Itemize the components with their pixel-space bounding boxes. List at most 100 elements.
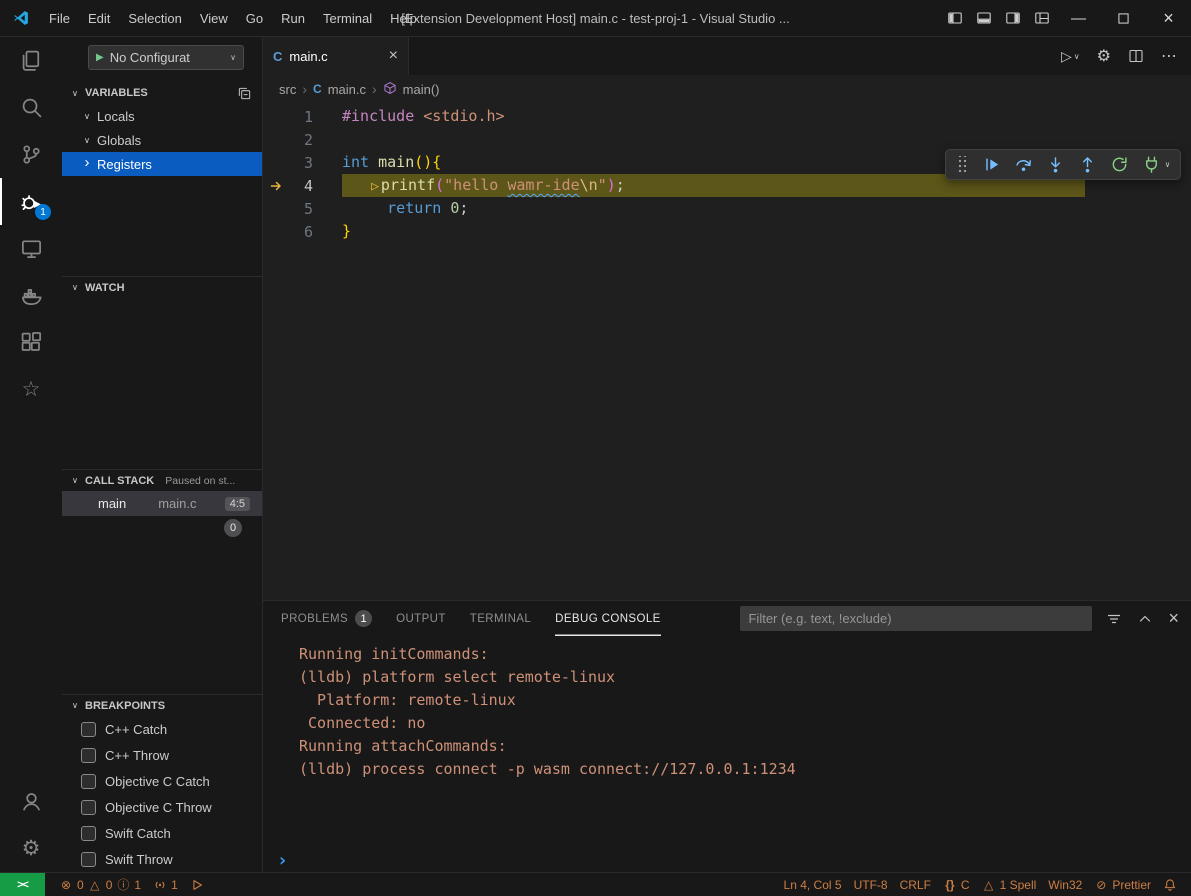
debug-status[interactable]	[184, 873, 210, 896]
status-spell[interactable]: △1 Spell	[976, 873, 1043, 896]
continue-button[interactable]	[982, 155, 1001, 174]
line-number: 6	[289, 223, 313, 241]
console-input[interactable]	[288, 848, 1191, 872]
maximize-button[interactable]	[1101, 0, 1146, 37]
debug-console-output[interactable]: Running initCommands:(lldb) platform sel…	[263, 636, 1191, 848]
status-prettier[interactable]: ⊘Prettier	[1088, 873, 1157, 896]
menu-view[interactable]: View	[191, 5, 237, 31]
panel-tab-label: OUTPUT	[396, 613, 446, 625]
activity-item-source-control[interactable]	[0, 131, 62, 178]
breadcrumb-symbol[interactable]: main()	[403, 82, 440, 97]
code-text: }	[342, 220, 351, 243]
menu-go[interactable]: Go	[237, 5, 272, 31]
variables-empty-area	[62, 176, 262, 276]
status-eol[interactable]: CRLF	[894, 873, 937, 896]
collapse-variables-icon[interactable]	[237, 86, 252, 101]
menu-file[interactable]: File	[40, 5, 79, 31]
run-debug-button[interactable]: ▷∨	[1061, 48, 1080, 65]
step-into-button[interactable]	[1046, 155, 1065, 174]
toggle-sidebar-icon[interactable]	[940, 0, 969, 37]
variables-item-globals[interactable]: ∨Globals	[62, 128, 262, 152]
more-actions-icon[interactable]: ⋯	[1161, 46, 1177, 66]
toggle-panel-icon[interactable]	[969, 0, 998, 37]
activity-item-docker[interactable]	[0, 272, 62, 319]
settings-gear-icon[interactable]: ⚙	[1097, 46, 1111, 66]
panel-close-icon[interactable]: ×	[1168, 608, 1179, 629]
breakpoint-checkbox[interactable]	[81, 722, 96, 737]
breakpoint-checkbox[interactable]	[81, 826, 96, 841]
breakpoint-item[interactable]: Objective C Throw	[62, 794, 262, 820]
customize-layout-icon[interactable]	[1027, 0, 1056, 37]
breakpoint-checkbox[interactable]	[81, 748, 96, 763]
activity-item-settings[interactable]: ⚙	[0, 825, 62, 872]
callstack-section-header[interactable]: ∨ CALL STACK Paused on st...	[62, 469, 262, 491]
breakpoint-checkbox[interactable]	[81, 852, 96, 867]
breakpoint-item[interactable]: Objective C Catch	[62, 768, 262, 794]
vscode-logo-icon	[12, 9, 30, 27]
remote-indicator[interactable]: ><	[0, 873, 45, 896]
problems-badge: 1	[355, 610, 372, 627]
step-over-icon	[1014, 155, 1033, 174]
console-filter-icon[interactable]	[1106, 611, 1122, 627]
menu-help[interactable]: Help	[381, 5, 426, 31]
breakpoint-label: Swift Catch	[105, 826, 171, 841]
breakpoint-label: C++ Throw	[105, 748, 169, 763]
breakpoint-item[interactable]: C++ Throw	[62, 742, 262, 768]
status-language[interactable]: {}C	[937, 873, 976, 896]
menu-run[interactable]: Run	[272, 5, 314, 31]
breakpoints-section-header[interactable]: ∨ BREAKPOINTS	[62, 694, 262, 716]
activity-item-search[interactable]	[0, 84, 62, 131]
breakpoint-checkbox[interactable]	[81, 774, 96, 789]
variables-section-header[interactable]: ∨ VARIABLES	[62, 82, 262, 104]
panel-tab-problems[interactable]: PROBLEMS1	[281, 601, 372, 636]
panel-tab-debug-console[interactable]: DEBUG CONSOLE	[555, 601, 661, 636]
console-line: Running initCommands:	[299, 643, 1191, 666]
code-text: return 0;	[342, 197, 468, 220]
close-button[interactable]: ×	[1146, 0, 1191, 37]
variables-item-locals[interactable]: ∨Locals	[62, 104, 262, 128]
status-encoding[interactable]: UTF-8	[848, 873, 894, 896]
breakpoint-checkbox[interactable]	[81, 800, 96, 815]
watch-header-label: WATCH	[85, 282, 125, 294]
activity-item-favorites[interactable]: ☆	[0, 366, 62, 413]
watch-section-header[interactable]: ∨ WATCH	[62, 276, 262, 298]
menu-terminal[interactable]: Terminal	[314, 5, 381, 31]
favorites-icon: ☆	[20, 378, 43, 401]
activity-item-explorer[interactable]	[0, 37, 62, 84]
tab-main-c[interactable]: C main.c ×	[263, 37, 409, 75]
activity-item-run-debug[interactable]: 1	[0, 178, 62, 225]
toggle-secondary-sidebar-icon[interactable]	[998, 0, 1027, 37]
breadcrumb-file[interactable]: main.c	[328, 82, 366, 97]
status-cursor[interactable]: Ln 4, Col 5	[778, 873, 848, 896]
code-editor[interactable]: 1#include <stdio.h>23int main(){4 ▷print…	[263, 103, 1191, 600]
breakpoint-item[interactable]: C++ Catch	[62, 716, 262, 742]
breakpoint-item[interactable]: Swift Catch	[62, 820, 262, 846]
breadcrumb-src[interactable]: src	[279, 82, 296, 97]
activity-item-remote-explorer[interactable]	[0, 225, 62, 272]
restart-button[interactable]	[1110, 155, 1129, 174]
split-editor-icon[interactable]	[1128, 48, 1144, 64]
panel-tab-terminal[interactable]: TERMINAL	[470, 601, 531, 636]
panel-maximize-icon[interactable]	[1137, 611, 1153, 627]
status-platform[interactable]: Win32	[1042, 873, 1088, 896]
step-over-button[interactable]	[1014, 155, 1033, 174]
start-debugging-icon[interactable]: ▶	[96, 52, 104, 63]
callstack-frame[interactable]: main main.c 4:5	[62, 491, 262, 516]
disconnect-button[interactable]: ∨	[1142, 155, 1170, 174]
menu-edit[interactable]: Edit	[79, 5, 119, 31]
minimize-button[interactable]: —	[1056, 0, 1101, 37]
tab-close-icon[interactable]: ×	[389, 47, 398, 65]
console-filter-input[interactable]	[740, 606, 1092, 631]
problems-status[interactable]: ⊗0△0ⓘ1	[53, 873, 147, 896]
panel-tab-output[interactable]: OUTPUT	[396, 601, 446, 636]
ports-status[interactable]: 1	[147, 873, 184, 896]
activity-item-extensions[interactable]	[0, 319, 62, 366]
breakpoint-item[interactable]: Swift Throw	[62, 846, 262, 872]
error-icon: ⊗	[59, 878, 73, 892]
activity-item-accounts[interactable]	[0, 778, 62, 825]
debug-config-dropdown[interactable]: ▶ No Configurat ∨	[88, 45, 244, 70]
variables-item-registers[interactable]: ›Registers	[62, 152, 262, 176]
step-out-button[interactable]	[1078, 155, 1097, 174]
menu-selection[interactable]: Selection	[119, 5, 190, 31]
status-notifications[interactable]	[1157, 873, 1183, 896]
